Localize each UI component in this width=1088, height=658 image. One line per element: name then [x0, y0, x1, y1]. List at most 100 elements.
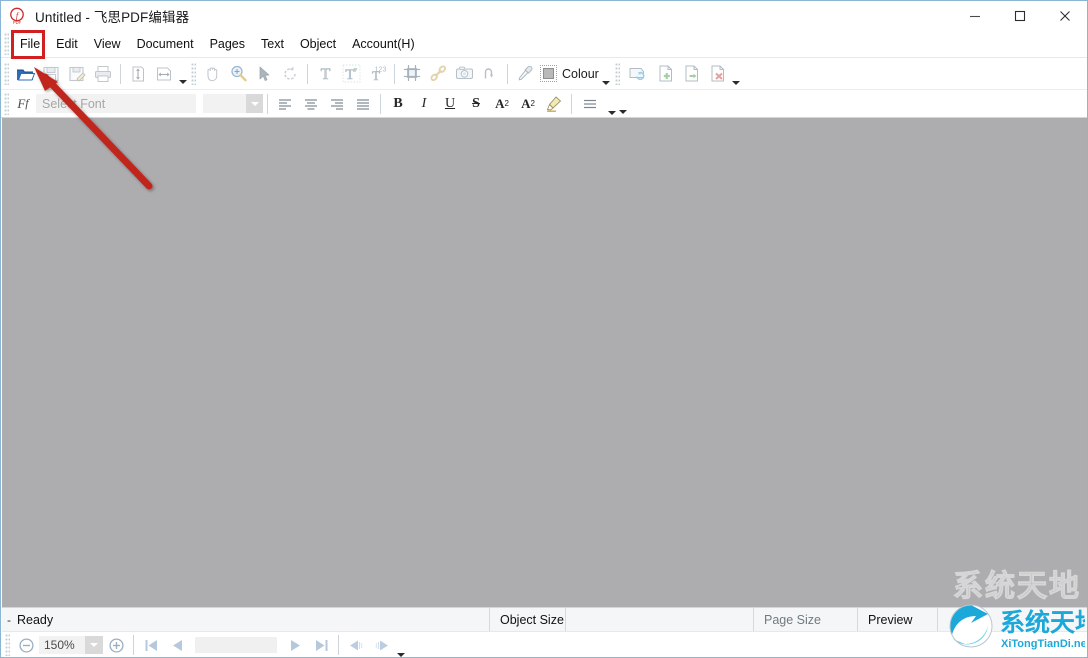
path-curve-icon[interactable]	[477, 61, 503, 87]
colour-picker-button[interactable]: Colour	[538, 62, 601, 86]
menu-view[interactable]: View	[86, 34, 129, 54]
menu-account[interactable]: Account(H)	[344, 34, 423, 54]
menu-text[interactable]: Text	[253, 34, 292, 54]
navbar-drag-grip[interactable]	[5, 634, 10, 656]
window-controls	[952, 1, 1087, 30]
zoom-chevron-down-icon[interactable]	[85, 636, 103, 654]
underline-icon[interactable]: U	[437, 91, 463, 117]
minimize-button[interactable]	[952, 1, 997, 30]
navbar-overflow-chevron-down-icon[interactable]	[395, 633, 406, 658]
eyedropper-icon[interactable]	[512, 61, 538, 87]
format-toolbar: Ff Select Font	[1, 90, 1087, 118]
main-toolbar: T T T 123	[1, 58, 1087, 90]
menu-document[interactable]: Document	[129, 34, 202, 54]
application-window: f PDF Untitled - 飞思PDF编辑器	[0, 0, 1088, 658]
zoom-in-icon[interactable]	[103, 634, 129, 656]
open-folder-icon[interactable]	[12, 61, 38, 87]
page-extract-icon[interactable]	[679, 61, 705, 87]
font-Ff-icon: Ff	[12, 93, 34, 115]
page-insert-icon[interactable]	[653, 61, 679, 87]
save-as-icon[interactable]	[64, 61, 90, 87]
zoom-level-field[interactable]: 150%	[39, 636, 85, 654]
navigation-group-grip[interactable]	[191, 63, 196, 85]
document-canvas[interactable]: 系统天地	[2, 118, 1087, 607]
format-overflow-chevron-down-icon[interactable]	[617, 90, 628, 118]
fit-options-chevron-down-icon[interactable]	[177, 60, 188, 88]
window-title: Untitled - 飞思PDF编辑器	[35, 6, 189, 26]
svg-text:123: 123	[374, 67, 386, 74]
camera-snapshot-icon[interactable]	[451, 61, 477, 87]
last-page-icon[interactable]	[308, 634, 334, 656]
hand-tool-icon[interactable]	[199, 61, 225, 87]
align-right-icon[interactable]	[324, 91, 350, 117]
link-icon[interactable]	[425, 61, 451, 87]
zoom-magnifier-icon[interactable]	[225, 61, 251, 87]
menu-bar: File Edit View Document Pages Text Objec…	[1, 30, 1087, 58]
font-name-combobox[interactable]: Select Font	[36, 94, 196, 113]
strikethrough-icon[interactable]: S	[463, 91, 489, 117]
title-bar: f PDF Untitled - 飞思PDF编辑器	[1, 1, 1087, 30]
align-justify-icon[interactable]	[350, 91, 376, 117]
line-spacing-icon[interactable]	[576, 91, 606, 117]
fit-page-height-icon[interactable]	[125, 61, 151, 87]
menubar-drag-grip[interactable]	[4, 33, 9, 55]
text-order-icon[interactable]: T 123	[364, 61, 390, 87]
print-icon[interactable]	[90, 61, 116, 87]
zoom-out-icon[interactable]	[13, 634, 39, 656]
fit-page-width-icon[interactable]	[151, 61, 177, 87]
font-size-combobox[interactable]	[203, 94, 263, 113]
close-button[interactable]	[1042, 1, 1087, 30]
edit-text-icon[interactable]: T	[338, 61, 364, 87]
page-replace-icon[interactable]	[623, 61, 653, 87]
main-toolbar-drag-grip[interactable]	[4, 63, 9, 85]
prev-page-icon[interactable]	[164, 634, 190, 656]
italic-icon[interactable]: I	[411, 91, 437, 117]
align-left-icon[interactable]	[272, 91, 298, 117]
colour-swatch-icon	[540, 65, 557, 82]
page-ops-group-grip[interactable]	[615, 63, 620, 85]
status-ready-text: Ready	[17, 613, 53, 627]
colour-chevron-down-icon[interactable]	[601, 61, 612, 86]
format-toolbar-drag-grip[interactable]	[4, 93, 9, 115]
add-text-icon[interactable]: T	[312, 61, 338, 87]
rotate-icon[interactable]	[277, 61, 303, 87]
navbar-separator	[133, 635, 134, 655]
subscript-icon[interactable]: A2	[515, 91, 541, 117]
next-page-icon[interactable]	[282, 634, 308, 656]
bold-icon[interactable]: B	[385, 91, 411, 117]
status-trailing-cell	[937, 608, 1087, 631]
pdf-app-icon: f PDF	[9, 7, 27, 25]
first-page-icon[interactable]	[138, 634, 164, 656]
status-resize-dash: -	[7, 613, 11, 627]
page-delete-icon[interactable]	[705, 61, 731, 87]
status-object-size-value	[565, 608, 753, 631]
toolbar-separator	[380, 94, 381, 114]
select-arrow-icon[interactable]	[251, 61, 277, 87]
previous-view-icon[interactable]	[343, 634, 369, 656]
menu-object[interactable]: Object	[292, 34, 344, 54]
page-ops-chevron-down-icon[interactable]	[731, 61, 742, 86]
crop-icon[interactable]	[399, 61, 425, 87]
toolbar-separator	[507, 64, 508, 84]
line-spacing-chevron-down-icon[interactable]	[606, 91, 617, 116]
svg-text:f: f	[16, 10, 20, 20]
canvas-outline-watermark: 系统天地	[953, 561, 1081, 605]
toolbar-separator	[394, 64, 395, 84]
superscript-icon[interactable]: A2	[489, 91, 515, 117]
menu-edit[interactable]: Edit	[48, 34, 86, 54]
menu-file[interactable]: File	[12, 34, 48, 54]
next-view-icon[interactable]	[369, 634, 395, 656]
maximize-button[interactable]	[997, 1, 1042, 30]
svg-text:PDF: PDF	[13, 20, 22, 25]
toolbar-separator	[267, 94, 268, 114]
menu-pages[interactable]: Pages	[202, 34, 253, 54]
highlight-icon[interactable]	[541, 91, 567, 117]
page-number-field[interactable]	[195, 637, 277, 653]
font-size-chevron-down-icon[interactable]	[246, 94, 263, 113]
navbar-separator	[338, 635, 339, 655]
align-center-icon[interactable]	[298, 91, 324, 117]
status-page-size: Page Size	[753, 608, 857, 631]
svg-text:T: T	[320, 66, 330, 83]
save-icon[interactable]	[38, 61, 64, 87]
toolbar-separator	[571, 94, 572, 114]
